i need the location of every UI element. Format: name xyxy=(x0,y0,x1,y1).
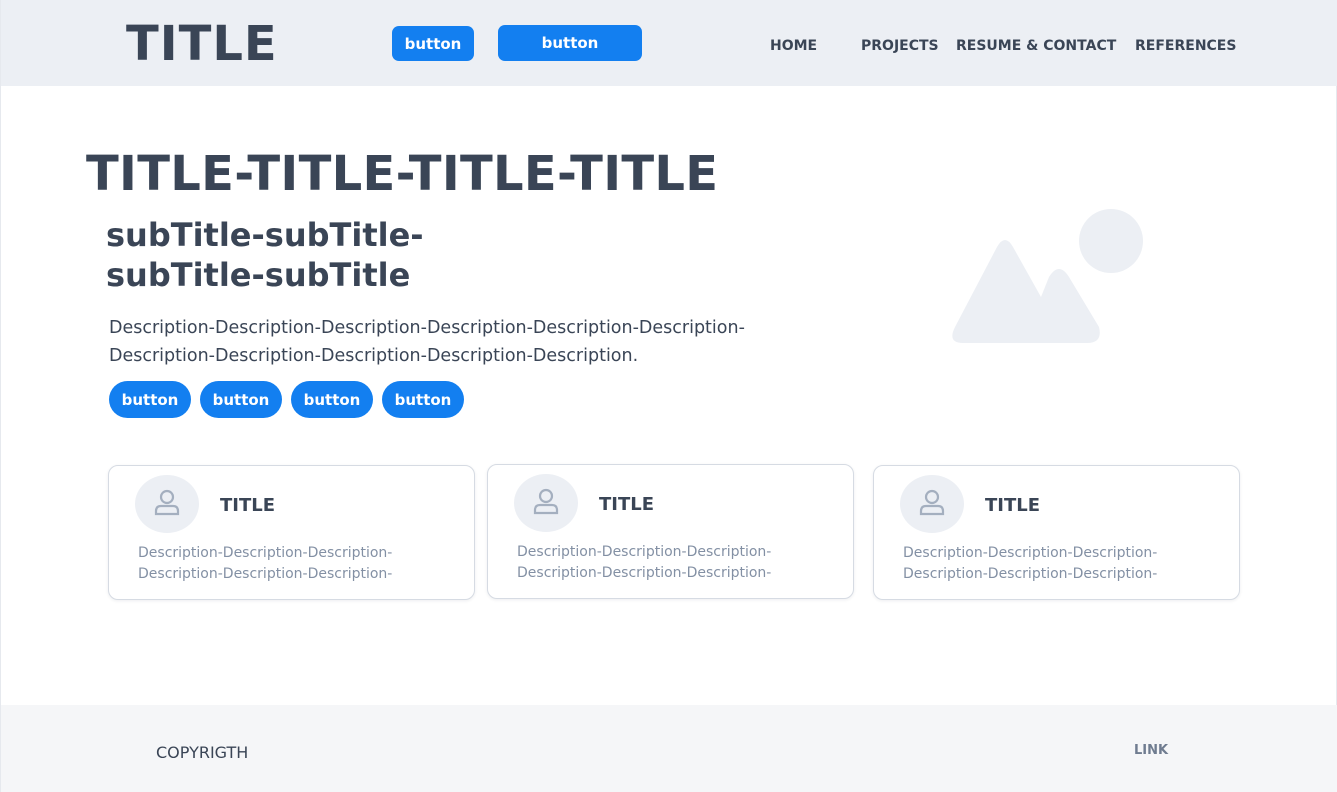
hero-button-2[interactable]: button xyxy=(200,381,282,418)
header-button-1[interactable]: button xyxy=(392,26,474,61)
card-title: TITLE xyxy=(985,495,1041,516)
hero-title: TITLE-TITLE-TITLE-TITLE xyxy=(86,146,719,202)
card-description: Description-Description-Description-Desc… xyxy=(517,544,772,581)
avatar xyxy=(135,475,199,533)
header-button-2[interactable]: button xyxy=(498,25,642,61)
user-icon xyxy=(531,486,561,520)
footer-link[interactable]: LINK xyxy=(1134,743,1168,758)
nav-item-projects[interactable]: PROJECTS xyxy=(861,38,939,54)
page: TITLE button button HOME PROJECTS RESUME… xyxy=(0,0,1337,792)
card[interactable]: TITLE Description-Description-Descriptio… xyxy=(487,464,854,599)
avatar xyxy=(900,475,964,533)
nav-item-home[interactable]: HOME xyxy=(770,38,817,54)
hero-description: Description-Description-Description-Desc… xyxy=(109,318,745,366)
hero-subtitle: subTitle-subTitle-subTitle-subTitle xyxy=(106,216,424,294)
hero-button-3[interactable]: button xyxy=(291,381,373,418)
nav-item-resume-contact[interactable]: RESUME & CONTACT xyxy=(956,38,1116,54)
image-placeholder-icon xyxy=(941,205,1146,345)
nav-item-references[interactable]: REFERENCES xyxy=(1135,38,1236,54)
card[interactable]: TITLE Description-Description-Descriptio… xyxy=(108,465,475,600)
card-description: Description-Description-Description-Desc… xyxy=(903,545,1158,582)
card[interactable]: TITLE Description-Description-Descriptio… xyxy=(873,465,1240,600)
header: TITLE button button HOME PROJECTS RESUME… xyxy=(1,0,1337,86)
hero-button-4[interactable]: button xyxy=(382,381,464,418)
copyright-text: COPYRIGTH xyxy=(156,743,249,762)
logo[interactable]: TITLE xyxy=(126,18,278,70)
card-description: Description-Description-Description-Desc… xyxy=(138,545,393,582)
avatar xyxy=(514,474,578,532)
card-title: TITLE xyxy=(599,494,655,515)
user-icon xyxy=(152,487,182,521)
footer: COPYRIGTH LINK xyxy=(1,705,1337,792)
card-title: TITLE xyxy=(220,495,276,516)
hero-button-1[interactable]: button xyxy=(109,381,191,418)
hero-button-group: button button button button xyxy=(109,381,464,418)
user-icon xyxy=(917,487,947,521)
